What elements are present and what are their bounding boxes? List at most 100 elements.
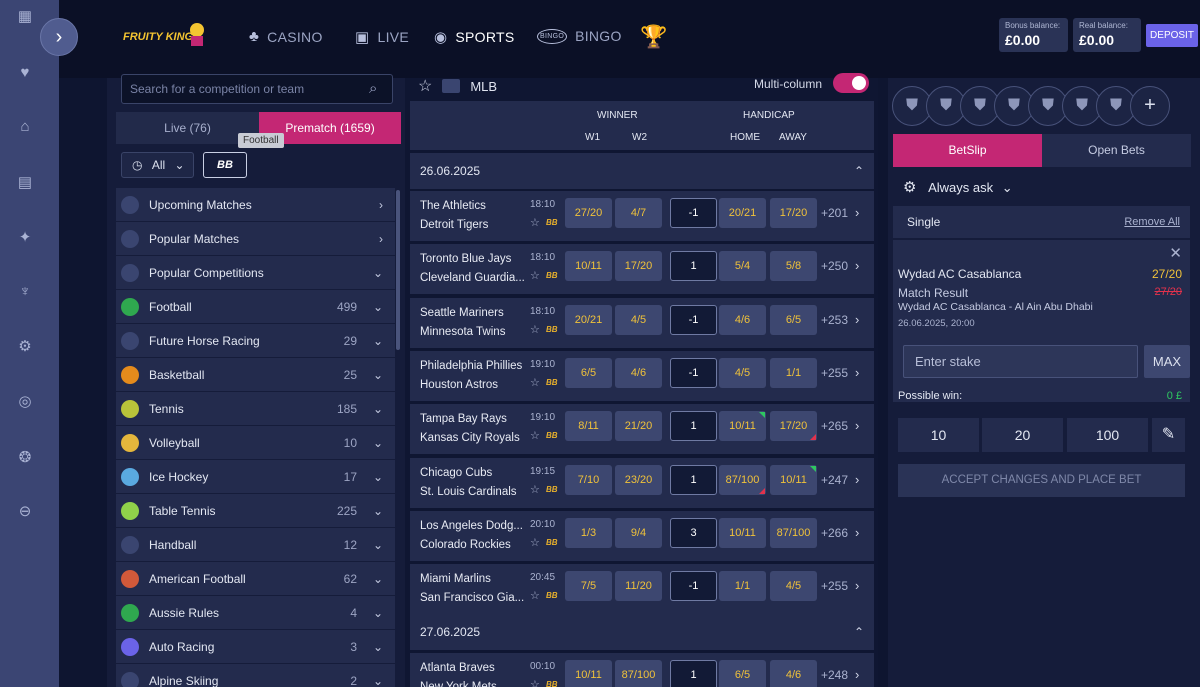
chat-icon[interactable]: ❂ xyxy=(16,449,34,467)
add-slot-button[interactable]: + xyxy=(1130,86,1170,126)
place-bet-button[interactable]: ACCEPT CHANGES AND PLACE BET xyxy=(898,464,1185,497)
match-row[interactable]: Toronto Blue Jays Cleveland Guardia... 18:… xyxy=(410,244,874,295)
sport-row[interactable]: Tennis 185 ⌄ xyxy=(116,392,395,425)
odds-w1[interactable]: 8/11 xyxy=(565,411,612,442)
more-markets-count[interactable]: +248 xyxy=(821,668,848,682)
star-icon[interactable]: ☆ xyxy=(530,536,540,549)
odds-w2[interactable]: 9/4 xyxy=(615,517,662,548)
quick-stake-20[interactable]: 20 xyxy=(982,418,1063,452)
sport-row[interactable]: Basketball 25 ⌄ xyxy=(116,358,395,391)
logout-icon[interactable]: ⊖ xyxy=(16,503,34,521)
sport-row[interactable]: American Football 62 ⌄ xyxy=(116,562,395,595)
nav-sports[interactable]: ◉ SPORTS xyxy=(434,28,515,46)
fruity-king-logo[interactable]: FRUITY KING xyxy=(121,18,211,54)
odds-away[interactable]: 5/8 xyxy=(770,251,817,282)
chevron-right-icon[interactable]: › xyxy=(855,667,859,682)
chevron-right-icon[interactable]: › xyxy=(855,312,859,327)
more-markets-count[interactable]: +253 xyxy=(821,313,848,327)
nav-live[interactable]: ▣ LIVE xyxy=(355,28,409,46)
odds-home[interactable]: 6/5 xyxy=(719,660,766,687)
search-icon[interactable]: ⌕ xyxy=(369,80,377,97)
chevron-right-icon[interactable]: › xyxy=(855,525,859,540)
odds-w2[interactable]: 11/20 xyxy=(615,571,662,602)
sport-row[interactable]: Popular Competitions ⌄ xyxy=(116,256,395,289)
wallet-icon[interactable]: ▤ xyxy=(16,174,34,192)
star-icon[interactable]: ☆ xyxy=(530,429,540,442)
bet-builder-filter[interactable]: BB xyxy=(203,152,247,178)
star-icon[interactable]: ☆ xyxy=(530,376,540,389)
settings-icon[interactable]: ⚙ xyxy=(16,338,34,356)
match-row[interactable]: Philadelphia Phillies Houston Astros 19:10… xyxy=(410,350,874,401)
search-input[interactable]: Search for a competition or team xyxy=(121,74,393,104)
chevron-right-icon[interactable]: › xyxy=(855,578,859,593)
trophy-icon[interactable]: 🏆 xyxy=(640,24,667,50)
tab-open-bets[interactable]: Open Bets xyxy=(1042,134,1191,167)
odds-away[interactable]: 87/100 xyxy=(770,517,817,548)
deposit-button[interactable]: DEPOSIT xyxy=(1146,24,1198,47)
trophy-icon[interactable]: ♆ xyxy=(16,283,34,301)
odds-w1[interactable]: 7/5 xyxy=(565,571,612,602)
multi-column-toggle[interactable] xyxy=(833,73,869,93)
nav-casino[interactable]: ♣ CASINO xyxy=(249,28,323,45)
real-balance[interactable]: Real balance: £0.00 xyxy=(1073,18,1141,52)
odds-w1[interactable]: 7/10 xyxy=(565,464,612,495)
sport-row[interactable]: Handball 12 ⌄ xyxy=(116,528,395,561)
odds-home[interactable]: 20/21 xyxy=(719,198,766,228)
more-markets-count[interactable]: +265 xyxy=(821,419,848,433)
chevron-right-icon[interactable]: › xyxy=(855,418,859,433)
sport-row[interactable]: Future Horse Racing 29 ⌄ xyxy=(116,324,395,357)
chevron-right-icon[interactable]: › xyxy=(855,365,859,380)
odds-home[interactable]: 5/4 xyxy=(719,251,766,282)
odds-away[interactable]: 10/11 xyxy=(770,464,817,495)
star-icon[interactable]: ☆ xyxy=(530,269,540,282)
odds-w1[interactable]: 20/21 xyxy=(565,304,612,335)
max-button[interactable]: MAX xyxy=(1144,345,1190,378)
match-row[interactable]: Miami Marlins San Francisco Gia... 20:45 ☆ B… xyxy=(410,564,874,615)
odds-home[interactable]: 10/11 xyxy=(719,411,766,442)
match-row[interactable]: Tampa Bay Rays Kansas City Royals 19:10 ☆ BB… xyxy=(410,404,874,455)
odds-away[interactable]: 17/20 xyxy=(770,198,817,228)
odds-away[interactable]: 1/1 xyxy=(770,357,817,388)
match-row[interactable]: Atlanta Braves New York Mets 00:10 ☆ BB 10/11… xyxy=(410,653,874,687)
odds-home[interactable]: 4/6 xyxy=(719,304,766,335)
close-icon[interactable]: ✕ xyxy=(1169,244,1182,262)
odds-w1[interactable]: 1/3 xyxy=(565,517,612,548)
remove-all-link[interactable]: Remove All xyxy=(1124,206,1180,238)
match-row[interactable]: The Athletics Detroit Tigers 18:10 ☆ BB 27/20… xyxy=(410,191,874,241)
match-row[interactable]: Los Angeles Dodg... Colorado Rockies 20:10… xyxy=(410,510,874,561)
odds-away[interactable]: 4/6 xyxy=(770,660,817,687)
odds-away[interactable]: 4/5 xyxy=(770,571,817,602)
grid-icon[interactable]: ▦ xyxy=(16,8,34,26)
quick-stake-10[interactable]: 10 xyxy=(898,418,979,452)
odds-away[interactable]: 17/20 xyxy=(770,411,817,442)
sport-row[interactable]: Volleyball 10 ⌄ xyxy=(116,426,395,459)
odds-w1[interactable]: 10/11 xyxy=(565,660,612,687)
tab-betslip[interactable]: BetSlip xyxy=(893,134,1042,167)
odds-away[interactable]: 6/5 xyxy=(770,304,817,335)
star-icon[interactable]: ☆ xyxy=(530,678,540,687)
star-icon[interactable]: ☆ xyxy=(530,216,540,229)
odds-home[interactable]: 4/5 xyxy=(719,357,766,388)
odds-w1[interactable]: 6/5 xyxy=(565,357,612,388)
time-filter-dropdown[interactable]: ◷ All ⌄ xyxy=(121,152,194,178)
star-icon[interactable]: ☆ xyxy=(530,589,540,602)
target-icon[interactable]: ◎ xyxy=(16,393,34,411)
stake-input[interactable]: Enter stake xyxy=(903,345,1138,378)
more-markets-count[interactable]: +201 xyxy=(821,206,848,220)
odds-home[interactable]: 10/11 xyxy=(719,517,766,548)
sport-row[interactable]: Upcoming Matches › xyxy=(116,188,395,221)
odds-home[interactable]: 87/100 xyxy=(719,464,766,495)
odds-change-dropdown[interactable]: ⚙ Always ask ⌄ xyxy=(903,178,1013,196)
sport-row[interactable]: Alpine Skiing 2 ⌄ xyxy=(116,664,395,687)
odds-w2[interactable]: 87/100 xyxy=(615,660,662,687)
match-row[interactable]: Seattle Mariners Minnesota Twins 18:10 ☆ BB 2… xyxy=(410,297,874,348)
more-markets-count[interactable]: +255 xyxy=(821,579,848,593)
chevron-right-icon[interactable]: › xyxy=(855,205,859,220)
odds-w1[interactable]: 10/11 xyxy=(565,251,612,282)
more-markets-count[interactable]: +250 xyxy=(821,259,848,273)
odds-w2[interactable]: 4/5 xyxy=(615,304,662,335)
sport-row[interactable]: Ice Hockey 17 ⌄ xyxy=(116,460,395,493)
more-markets-count[interactable]: +247 xyxy=(821,473,848,487)
star-icon[interactable]: ☆ xyxy=(530,483,540,496)
nav-bingo[interactable]: BINGO BINGO xyxy=(537,28,622,44)
